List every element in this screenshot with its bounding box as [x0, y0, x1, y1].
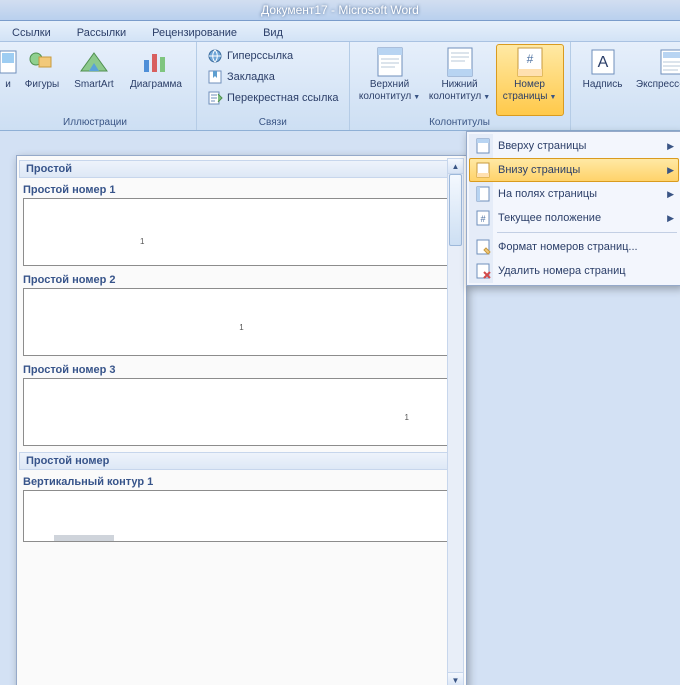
scroll-down-button[interactable]: ▼ — [448, 672, 463, 685]
scroll-thumb[interactable] — [449, 174, 462, 246]
document-area: Вверху страницы ▶ Внизу страницы ▶ На по… — [0, 131, 680, 685]
menu-page-margins[interactable]: На полях страницы ▶ — [469, 182, 679, 206]
page-number-menu: Вверху страницы ▶ Внизу страницы ▶ На по… — [466, 131, 680, 286]
bookmark-button[interactable]: Закладка — [203, 67, 343, 87]
group-hf-label: Колонтитулы — [356, 116, 564, 130]
tab-links[interactable]: Ссылки — [6, 25, 57, 41]
header-button[interactable]: Верхний колонтитул▼ — [356, 44, 424, 116]
tab-mailings[interactable]: Рассылки — [71, 25, 132, 41]
quickparts-icon — [658, 47, 680, 77]
picture-button-cut[interactable]: и — [0, 44, 16, 116]
smartart-icon — [79, 47, 109, 77]
chevron-down-icon: ▼ — [413, 94, 420, 101]
gallery-item-2-label: Простой номер 2 — [19, 270, 464, 288]
gallery-item-2[interactable]: 1 — [23, 288, 460, 356]
chevron-right-icon: ▶ — [667, 165, 674, 176]
svg-text:A: A — [597, 54, 608, 71]
crossref-icon — [207, 90, 223, 106]
group-links-label: Связи — [203, 116, 343, 130]
gallery-item-3[interactable]: 1 — [23, 378, 460, 446]
chevron-right-icon: ▶ — [667, 141, 674, 152]
chart-button[interactable]: Диаграмма — [122, 44, 190, 116]
menu-bottom-of-page[interactable]: Внизу страницы ▶ — [469, 158, 679, 182]
smartart-button[interactable]: SmartArt — [68, 44, 120, 116]
page-current-icon: # — [474, 209, 492, 227]
remove-icon — [474, 262, 492, 280]
footer-button[interactable]: Нижний колонтитул▼ — [426, 44, 494, 116]
textbox-icon: A — [588, 47, 618, 77]
gallery-category-simple-num: Простой номер — [19, 452, 464, 470]
tab-view[interactable]: Вид — [257, 25, 289, 41]
page-number-icon: # — [515, 47, 545, 77]
gallery-scrollbar[interactable]: ▲ ▼ — [447, 158, 464, 685]
header-icon — [375, 47, 405, 77]
gallery-item-vk1[interactable] — [23, 490, 460, 542]
shapes-icon — [27, 47, 57, 77]
bookmark-icon — [207, 69, 223, 85]
tab-review[interactable]: Рецензирование — [146, 25, 243, 41]
page-top-icon — [474, 137, 492, 155]
page-number-button[interactable]: # Номер страницы▼ — [496, 44, 564, 116]
scroll-up-button[interactable]: ▲ — [448, 159, 463, 174]
window-title: Документ17 - Microsoft Word — [261, 3, 419, 17]
menu-remove-page-numbers[interactable]: Удалить номера страниц — [469, 259, 679, 283]
hyperlink-button[interactable]: Гиперссылка — [203, 46, 343, 66]
crossref-button[interactable]: Перекрестная ссылка — [203, 88, 343, 108]
footer-icon — [445, 47, 475, 77]
hyperlink-icon — [207, 48, 223, 64]
menu-format-page-numbers[interactable]: Формат номеров страниц... — [469, 235, 679, 259]
textbox-button[interactable]: A Надпись — [577, 44, 629, 116]
svg-text:#: # — [526, 52, 533, 66]
page-margins-icon — [474, 185, 492, 203]
page-bottom-icon — [474, 161, 492, 179]
chevron-right-icon: ▶ — [667, 213, 674, 224]
quickparts-button[interactable]: Экспресс-блоки — [631, 44, 680, 116]
gallery-item-1-label: Простой номер 1 — [19, 180, 464, 198]
chart-icon — [141, 47, 171, 77]
chevron-down-icon: ▼ — [549, 94, 556, 101]
menu-current-position[interactable]: # Текущее положение ▶ — [469, 206, 679, 230]
chevron-right-icon: ▶ — [667, 189, 674, 200]
chevron-down-icon: ▼ — [483, 94, 490, 101]
page-number-gallery: Простой Простой номер 1 1 Простой номер … — [16, 155, 467, 685]
format-icon — [474, 238, 492, 256]
gallery-item-vk1-label: Вертикальный контур 1 — [19, 472, 464, 490]
ribbon-tabs: Ссылки Рассылки Рецензирование Вид — [0, 21, 680, 42]
title-bar: Документ17 - Microsoft Word — [0, 0, 680, 21]
gallery-item-3-label: Простой номер 3 — [19, 360, 464, 378]
svg-text:#: # — [480, 214, 485, 224]
ribbon: и Фигуры SmartArt — [0, 42, 680, 131]
menu-top-of-page[interactable]: Вверху страницы ▶ — [469, 134, 679, 158]
shapes-button[interactable]: Фигуры — [18, 44, 66, 116]
gallery-item-1[interactable]: 1 — [23, 198, 460, 266]
gallery-category-simple: Простой — [19, 160, 464, 178]
group-illustrations-label: Иллюстрации — [0, 116, 190, 130]
